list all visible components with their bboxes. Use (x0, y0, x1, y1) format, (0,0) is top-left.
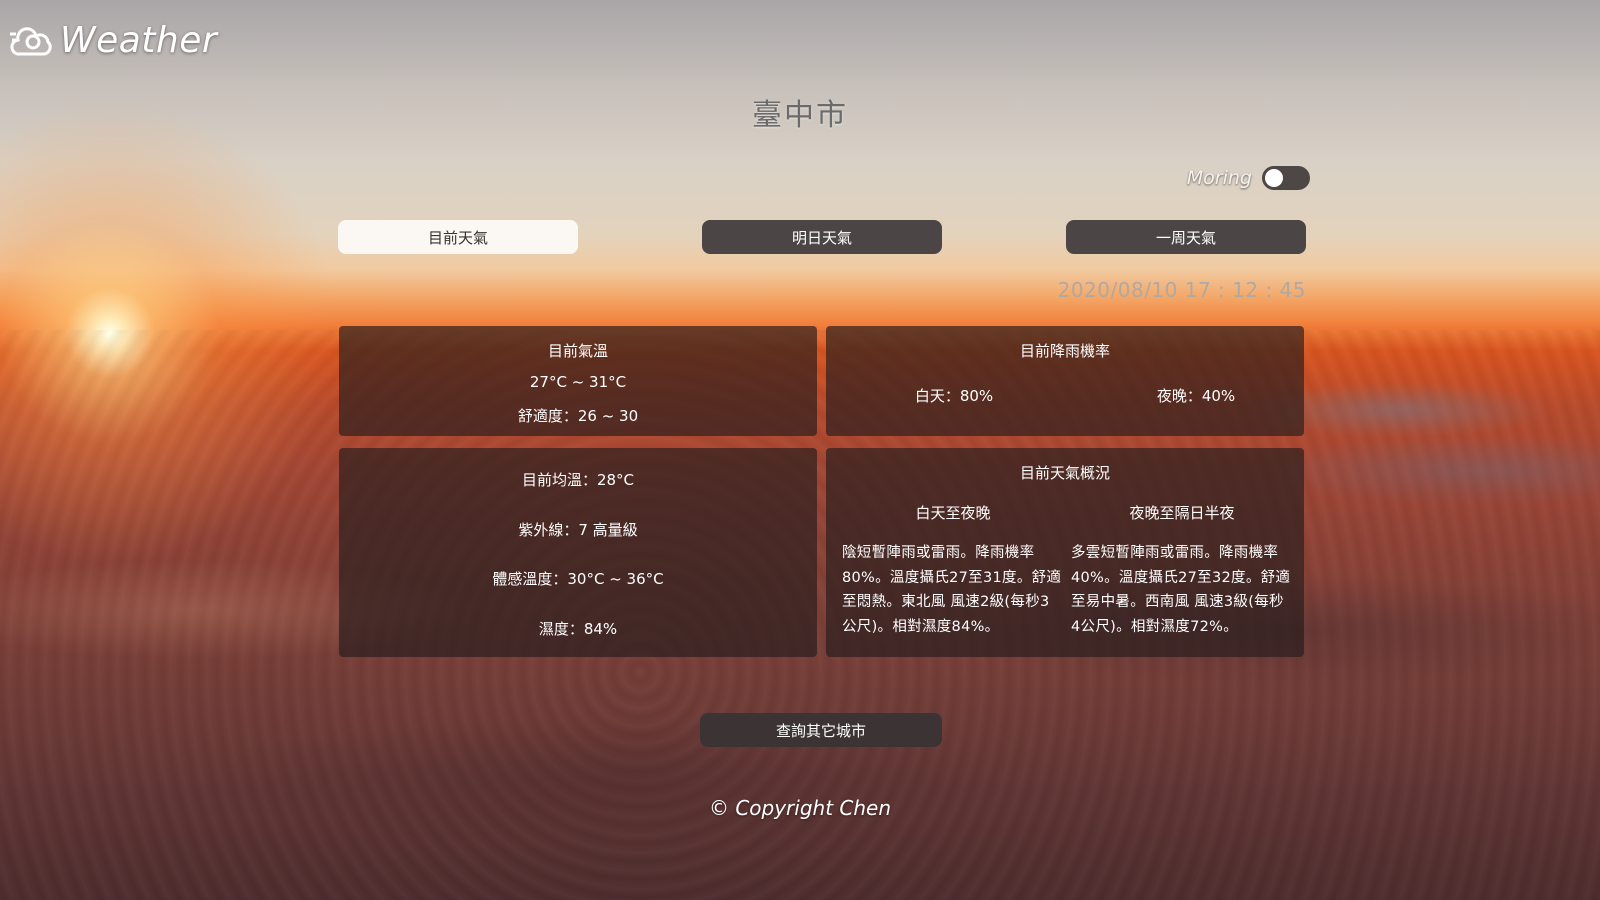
temperature-panel: 目前氣溫 27°C ~ 31°C 舒適度：26 ~ 30 (339, 326, 817, 436)
current-datetime: 2020/08/10 17 : 12 : 45 (1057, 278, 1306, 302)
humidity: 濕度：84% (538, 620, 618, 638)
overview-title: 目前天氣概況 (1019, 464, 1110, 482)
overview-day-text: 陰短暫陣雨或雷雨。降雨機率 80%。溫度攝氏27至31度。舒適至悶熱。東北風 風… (842, 545, 1062, 635)
overview-night-column: 夜晚至隔日半夜 多雲短暫陣雨或雷雨。降雨機率 40%。溫度攝氏27至32度。舒適… (1071, 502, 1293, 639)
cloud-sun-icon (8, 22, 54, 60)
copyright-footer: © Copyright Chen (708, 796, 892, 820)
city-title: 臺中市 (752, 98, 848, 133)
query-other-city-button[interactable]: 查詢其它城市 (700, 713, 942, 747)
app-logo[interactable]: Weather (8, 20, 217, 61)
weather-tabs: 目前天氣 明日天氣 一周天氣 (338, 220, 1306, 254)
logo-text: Weather (60, 20, 218, 61)
rain-chance-night: 夜晚：40% (1156, 387, 1236, 405)
temperature-range: 27°C ~ 31°C (529, 373, 627, 391)
overview-day-title: 白天至夜晚 (915, 504, 991, 522)
rain-chance-panel: 目前降雨機率 白天：80% 夜晚：40% (826, 326, 1304, 436)
overview-night-text: 多雲短暫陣雨或雷雨。降雨機率 40%。溫度攝氏27至32度。舒適至易中暑。西南風… (1071, 545, 1291, 635)
tab-tomorrow-weather[interactable]: 明日天氣 (702, 220, 942, 254)
feels-like-temperature: 體感溫度：30°C ~ 36°C (492, 570, 664, 588)
toggle-label: Moring (1186, 167, 1252, 189)
morning-toggle-group: Moring (1187, 166, 1310, 190)
tab-week-weather[interactable]: 一周天氣 (1066, 220, 1306, 254)
morning-toggle[interactable] (1262, 166, 1310, 190)
rain-chance-title: 目前降雨機率 (1019, 342, 1110, 360)
weather-overview-panel: 目前天氣概況 白天至夜晚 陰短暫陣雨或雷雨。降雨機率 80%。溫度攝氏27至31… (826, 448, 1304, 657)
toggle-knob (1265, 169, 1283, 187)
rain-chance-day: 白天：80% (914, 387, 994, 405)
overview-night-title: 夜晚至隔日半夜 (1129, 504, 1235, 522)
uv-index: 紫外線：7 高量級 (518, 521, 638, 539)
detail-panel: 目前均溫：28°C 紫外線：7 高量級 體感溫度：30°C ~ 36°C 濕度：… (339, 448, 817, 657)
comfort-index: 舒適度：26 ~ 30 (517, 407, 639, 425)
overview-day-column: 白天至夜晚 陰短暫陣雨或雷雨。降雨機率 80%。溫度攝氏27至31度。舒適至悶熱… (842, 502, 1064, 639)
tab-current-weather[interactable]: 目前天氣 (338, 220, 578, 254)
weather-page: Weather 臺中市 Moring 目前天氣 明日天氣 一周天氣 2020/0… (0, 0, 1600, 900)
temperature-title: 目前氣溫 (547, 342, 608, 360)
average-temperature: 目前均溫：28°C (521, 471, 635, 489)
